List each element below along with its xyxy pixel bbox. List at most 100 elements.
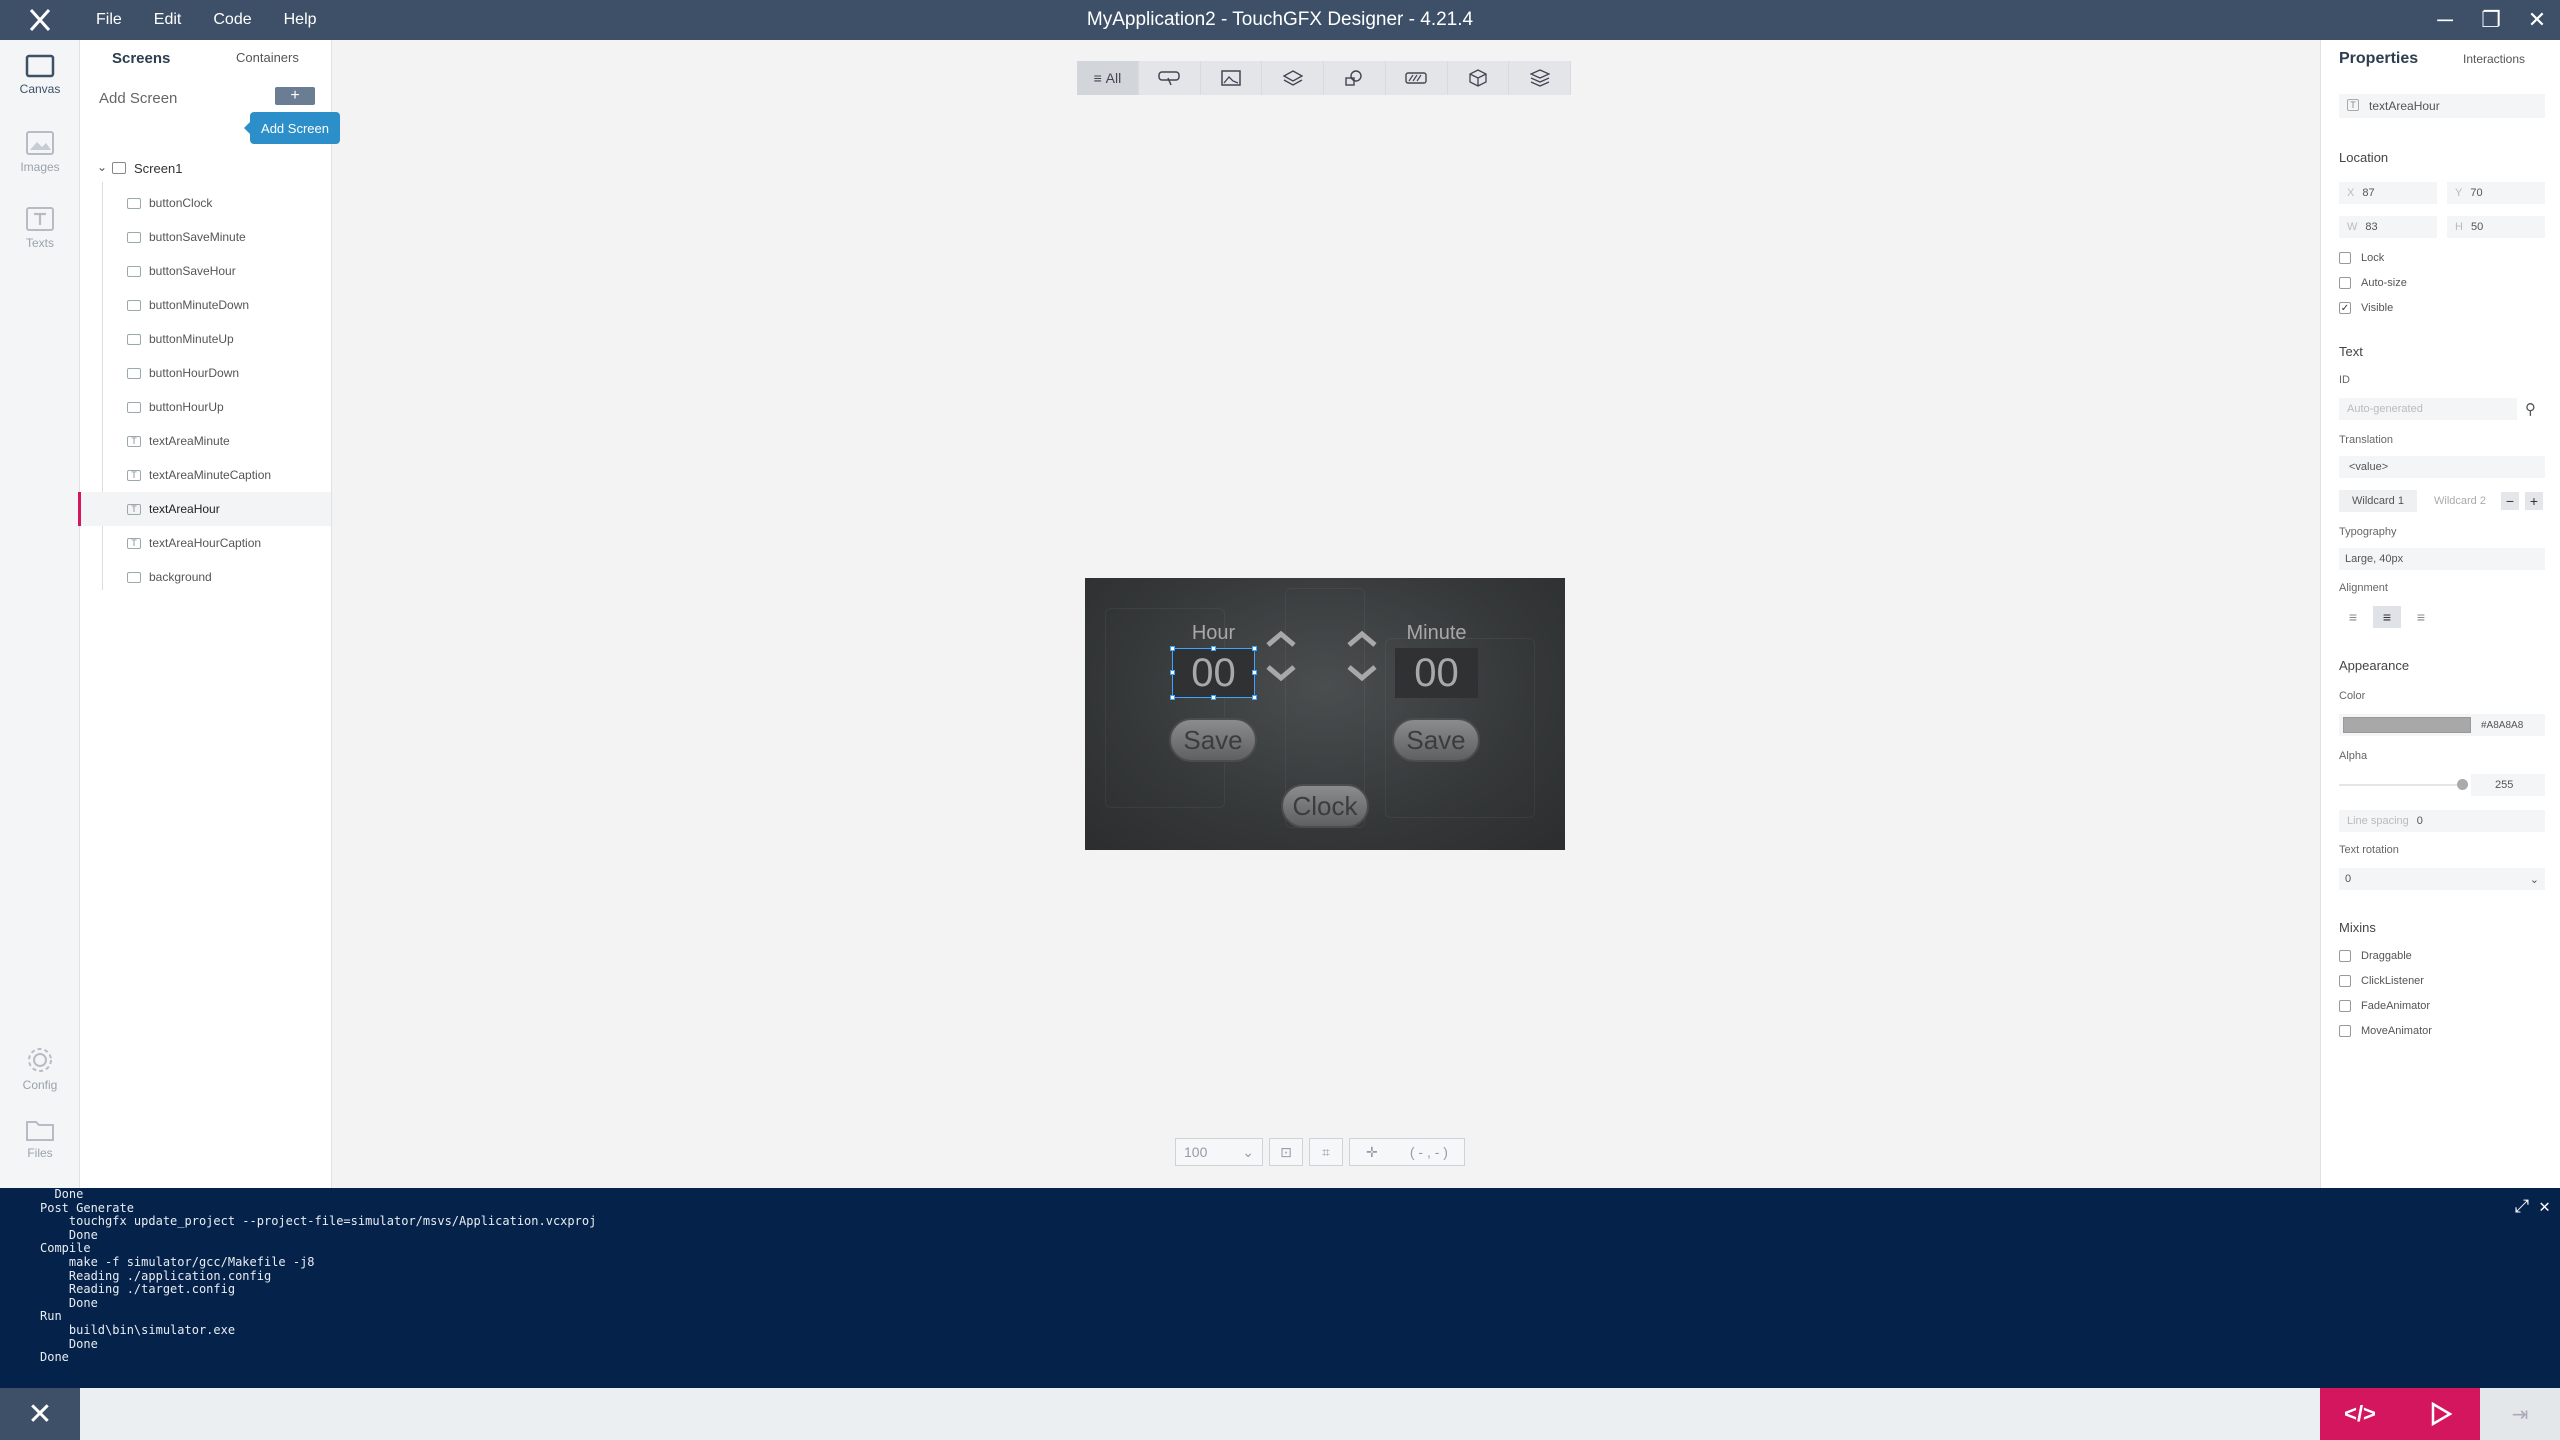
tree-item-textareahour[interactable]: TtextAreaHour bbox=[78, 492, 331, 526]
filter-containers[interactable] bbox=[1262, 61, 1324, 95]
tree-item-buttonhourup[interactable]: buttonHourUp bbox=[80, 390, 331, 424]
mixin-fadeanimator[interactable]: FadeAnimator bbox=[2339, 1000, 2430, 1012]
mixin-clicklistener[interactable]: ClickListener bbox=[2339, 975, 2424, 987]
hour-down-button[interactable] bbox=[1262, 660, 1300, 686]
id-field[interactable]: Auto-generated bbox=[2339, 398, 2517, 420]
tree-item-buttonminutedown[interactable]: buttonMinuteDown bbox=[80, 288, 331, 322]
run-target-button[interactable]: ⇥ bbox=[2480, 1388, 2560, 1440]
wildcard2-tab[interactable]: Wildcard 2 bbox=[2421, 490, 2499, 512]
plus-icon[interactable]: + bbox=[2525, 492, 2543, 510]
close-icon[interactable]: ✕ bbox=[2539, 1196, 2550, 1217]
w-field[interactable]: W 83 bbox=[2339, 216, 2437, 238]
menu-help[interactable]: Help bbox=[272, 11, 337, 29]
hour-caption[interactable]: Hour bbox=[1172, 622, 1255, 648]
mixin-moveanimator[interactable]: MoveAnimator bbox=[2339, 1025, 2432, 1037]
lock-checkbox[interactable]: Lock bbox=[2339, 252, 2384, 264]
close-console-button[interactable]: ✕ bbox=[0, 1388, 80, 1440]
canvas-area[interactable]: ≡ All Hour Minute 00 00 Save Save Clock … bbox=[332, 40, 2320, 1188]
widget-name-field[interactable]: T textAreaHour bbox=[2339, 94, 2545, 118]
minimize-button[interactable]: ─ bbox=[2422, 0, 2468, 40]
nav-canvas[interactable]: Canvas bbox=[0, 54, 80, 96]
tree-item-buttonminuteup[interactable]: buttonMinuteUp bbox=[80, 322, 331, 356]
filter-misc[interactable] bbox=[1509, 61, 1571, 95]
minute-down-button[interactable] bbox=[1343, 660, 1381, 686]
tree-item-textareaminute[interactable]: TtextAreaMinute bbox=[80, 424, 331, 458]
crop-button[interactable]: ⌗ bbox=[1309, 1138, 1343, 1166]
nav-files[interactable]: Files bbox=[0, 1118, 80, 1160]
resize-handle[interactable] bbox=[1170, 646, 1175, 651]
run-simulator-button[interactable] bbox=[2400, 1388, 2480, 1440]
align-right-icon[interactable]: ≡ bbox=[2407, 606, 2435, 628]
alpha-slider-handle[interactable] bbox=[2457, 779, 2468, 790]
align-center-icon[interactable]: ≡ bbox=[2373, 606, 2401, 628]
resize-handle[interactable] bbox=[1252, 646, 1257, 651]
color-field[interactable]: #A8A8A8 bbox=[2339, 714, 2545, 736]
screen-item-screen1[interactable]: ⌄ Screen1 bbox=[80, 158, 331, 180]
maximize-button[interactable]: ❐ bbox=[2468, 0, 2514, 40]
resize-handle[interactable] bbox=[1252, 670, 1257, 675]
wildcard1-tab[interactable]: Wildcard 1 bbox=[2339, 490, 2417, 512]
tree-item-buttonsavehour[interactable]: buttonSaveHour bbox=[80, 254, 331, 288]
nav-texts[interactable]: Texts bbox=[0, 206, 80, 250]
filter-images[interactable] bbox=[1201, 61, 1263, 95]
resize-handle[interactable] bbox=[1211, 695, 1216, 700]
tree-item-background[interactable]: background bbox=[80, 560, 331, 594]
selection-box[interactable] bbox=[1170, 646, 1257, 700]
console-panel[interactable]: Done Post Generate touchgfx update_projec… bbox=[0, 1187, 2560, 1388]
clock-button[interactable]: Clock bbox=[1281, 784, 1369, 828]
filter-shapes[interactable] bbox=[1324, 61, 1386, 95]
x-field[interactable]: X 87 bbox=[2339, 182, 2437, 204]
hour-up-button[interactable] bbox=[1262, 626, 1300, 652]
expand-icon[interactable]: ⤢ bbox=[2515, 1196, 2529, 1217]
search-icon[interactable]: ⚲ bbox=[2525, 400, 2536, 418]
resize-handle[interactable] bbox=[1170, 695, 1175, 700]
save-minute-button[interactable]: Save bbox=[1392, 718, 1480, 762]
tree-item-textareahourcaption[interactable]: TtextAreaHourCaption bbox=[80, 526, 331, 560]
minute-caption[interactable]: Minute bbox=[1395, 622, 1478, 648]
nav-config[interactable]: Config bbox=[0, 1046, 80, 1092]
tab-containers[interactable]: Containers bbox=[236, 50, 299, 65]
resize-handle[interactable] bbox=[1170, 670, 1175, 675]
alpha-slider-track[interactable] bbox=[2339, 784, 2461, 786]
visible-checkbox[interactable]: ✓ Visible bbox=[2339, 302, 2393, 314]
nav-images[interactable]: Images bbox=[0, 130, 80, 174]
translation-field[interactable]: <value> bbox=[2339, 456, 2545, 478]
filter-all-button[interactable]: ≡ All bbox=[1077, 61, 1139, 95]
text-rotation-select[interactable]: 0 ⌄ bbox=[2339, 868, 2545, 890]
tree-item-buttonclock[interactable]: buttonClock bbox=[80, 186, 331, 220]
mixin-draggable[interactable]: Draggable bbox=[2339, 950, 2412, 962]
add-screen-button[interactable]: + bbox=[275, 87, 315, 105]
alpha-field[interactable]: 255 bbox=[2471, 774, 2545, 796]
zoom-select[interactable]: 100 ⌄ bbox=[1175, 1138, 1263, 1166]
chevron-down-icon[interactable]: ⌄ bbox=[97, 160, 107, 174]
tab-interactions[interactable]: Interactions bbox=[2463, 52, 2525, 66]
fit-screen-button[interactable]: ⊡ bbox=[1269, 1138, 1303, 1166]
tab-properties[interactable]: Properties bbox=[2339, 50, 2418, 68]
device-preview[interactable]: Hour Minute 00 00 Save Save Clock bbox=[1085, 578, 1565, 850]
menu-edit[interactable]: Edit bbox=[142, 11, 202, 29]
close-window-button[interactable]: ✕ bbox=[2514, 0, 2560, 40]
filter-progress[interactable] bbox=[1386, 61, 1448, 95]
minute-up-button[interactable] bbox=[1343, 626, 1381, 652]
minus-icon[interactable]: − bbox=[2501, 492, 2519, 510]
filter-3d[interactable] bbox=[1448, 61, 1510, 95]
typography-select[interactable]: Large, 40px bbox=[2339, 548, 2545, 570]
save-hour-button[interactable]: Save bbox=[1169, 718, 1257, 762]
autosize-checkbox[interactable]: Auto-size bbox=[2339, 277, 2407, 289]
minute-value[interactable]: 00 bbox=[1395, 648, 1478, 698]
menu-code[interactable]: Code bbox=[201, 11, 271, 29]
tab-screens[interactable]: Screens bbox=[112, 50, 170, 67]
generate-code-button[interactable]: </> bbox=[2320, 1388, 2400, 1440]
tree-item-buttonsaveminute[interactable]: buttonSaveMinute bbox=[80, 220, 331, 254]
y-field[interactable]: Y 70 bbox=[2447, 182, 2545, 204]
filter-buttons[interactable] bbox=[1139, 61, 1201, 95]
color-swatch[interactable] bbox=[2343, 717, 2471, 733]
tree-item-buttonhourdown[interactable]: buttonHourDown bbox=[80, 356, 331, 390]
h-field[interactable]: H 50 bbox=[2447, 216, 2545, 238]
line-spacing-field[interactable]: Line spacing 0 bbox=[2339, 810, 2545, 832]
resize-handle[interactable] bbox=[1252, 695, 1257, 700]
menu-file[interactable]: File bbox=[84, 11, 142, 29]
resize-handle[interactable] bbox=[1211, 646, 1216, 651]
tree-item-textareaminutecaption[interactable]: TtextAreaMinuteCaption bbox=[80, 458, 331, 492]
align-left-icon[interactable]: ≡ bbox=[2339, 606, 2367, 628]
